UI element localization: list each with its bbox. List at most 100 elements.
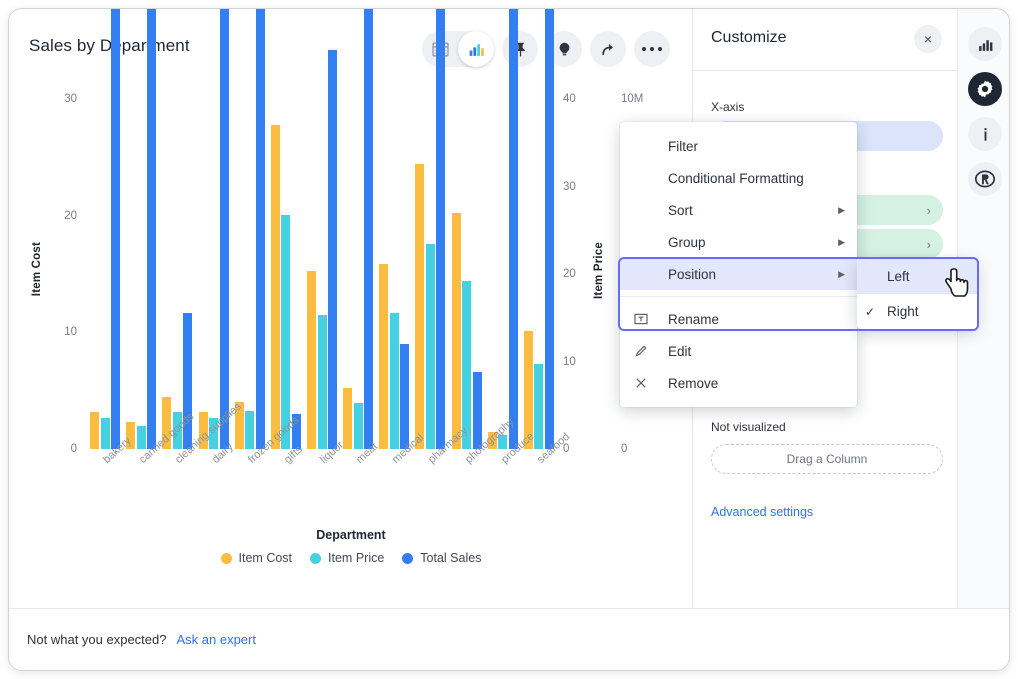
y-axis-tick-label: 10 — [563, 356, 597, 368]
menu-divider — [620, 296, 857, 297]
bar — [436, 8, 445, 449]
bar — [426, 244, 435, 449]
menu-item-label: Rename — [656, 312, 719, 327]
bar — [318, 315, 327, 449]
submenu-option-label: Right — [887, 304, 919, 319]
legend-item[interactable]: Item Price — [310, 551, 384, 565]
menu-item-label: Sort — [634, 203, 693, 218]
y-axis-tick-label: 0 — [43, 443, 77, 455]
y-axis-label-item-price: Item Price — [593, 242, 605, 299]
more-options-icon — [642, 47, 663, 52]
legend-label: Item Price — [328, 551, 384, 565]
chart-legend: Item Cost Item Price Total Sales — [9, 551, 693, 565]
remove-x-icon — [634, 376, 656, 390]
legend-color-swatch — [310, 553, 321, 564]
y-axis-tick-label: 10 — [43, 326, 77, 338]
bar — [364, 8, 373, 449]
legend-item[interactable]: Total Sales — [402, 551, 481, 565]
share-arrow-icon — [600, 41, 617, 58]
column-context-menu: FilterConditional FormattingSort▶Group▶P… — [620, 122, 857, 407]
legend-color-swatch — [402, 553, 413, 564]
pin-button[interactable] — [502, 31, 538, 67]
y-axis-tick-label: 20 — [43, 210, 77, 222]
menu-item-filter[interactable]: Filter — [620, 130, 857, 162]
bar — [415, 164, 424, 449]
legend-label: Total Sales — [420, 551, 481, 565]
advanced-settings-link[interactable]: Advanced settings — [711, 505, 813, 519]
position-submenu: Left ✓Right — [857, 259, 977, 329]
ask-an-expert-link[interactable]: Ask an expert — [176, 632, 256, 647]
bar-chart-icon — [977, 36, 994, 53]
legend-color-swatch — [221, 553, 232, 564]
legend-item[interactable]: Item Cost — [221, 551, 293, 565]
bar — [256, 8, 265, 449]
bar — [390, 313, 399, 450]
menu-item-label: Remove — [656, 376, 718, 391]
rail-item-r[interactable] — [968, 162, 1002, 196]
bar — [111, 8, 120, 449]
menu-item-label: Conditional Formatting — [634, 171, 804, 186]
view-mode-toggle — [422, 31, 494, 67]
y-axis-tick-label: 10M — [621, 93, 655, 105]
bar — [343, 388, 352, 449]
bar — [245, 411, 254, 450]
rail-item-info[interactable] — [968, 117, 1002, 151]
edit-pencil-icon — [634, 344, 648, 358]
rail-item-chart[interactable] — [968, 27, 1002, 61]
bar — [354, 403, 363, 449]
bar — [220, 8, 229, 449]
rename-icon — [634, 312, 648, 326]
visualization-pane: Sales by Department — [9, 9, 693, 610]
remove-x-icon — [634, 376, 648, 390]
menu-item-edit[interactable]: Edit — [620, 335, 857, 367]
bar — [400, 344, 409, 449]
submenu-option-left[interactable]: Left — [857, 259, 977, 294]
rail-item-settings[interactable] — [968, 72, 1002, 106]
bar — [147, 8, 156, 449]
menu-item-sort[interactable]: Sort ▶ — [620, 194, 857, 226]
bar — [452, 213, 461, 449]
more-options-button[interactable] — [634, 31, 670, 67]
bar — [545, 8, 554, 449]
bar — [379, 264, 388, 450]
not-visualized-dropzone[interactable]: Drag a Column — [711, 444, 943, 474]
menu-item-rename[interactable]: Rename — [620, 303, 857, 335]
footer-bar: Not what you expected? Ask an expert — [9, 608, 1010, 670]
customize-title: Customize — [711, 29, 787, 47]
visualization-card: Sales by Department — [8, 8, 1010, 671]
not-visualized-label: Not visualized — [711, 420, 786, 434]
bar — [90, 412, 99, 449]
menu-item-label: Group — [634, 235, 706, 250]
menu-item-label: Filter — [634, 139, 698, 154]
chart-view-button[interactable] — [458, 31, 494, 67]
menu-item-position[interactable]: Position▶ — [620, 258, 857, 290]
customize-header: Customize × — [693, 9, 958, 71]
app-root: Sales by Department — [0, 0, 1018, 679]
share-button[interactable] — [590, 31, 626, 67]
menu-item-label: Position — [634, 267, 716, 282]
menu-item-group[interactable]: Group▶ — [620, 226, 857, 258]
y-axis-tick-label: 30 — [43, 93, 77, 105]
r-language-icon — [974, 168, 996, 190]
lightbulb-icon — [556, 41, 573, 58]
chevron-right-icon: › — [927, 203, 931, 218]
submenu-option-label: Left — [887, 269, 910, 284]
menu-item-remove[interactable]: Remove — [620, 367, 857, 399]
y-axis-tick-label: 0 — [563, 443, 597, 455]
menu-item-label: Edit — [656, 344, 691, 359]
submenu-option-right[interactable]: ✓Right — [857, 294, 977, 329]
page-title: Sales by Department — [29, 36, 190, 56]
legend-label: Item Cost — [239, 551, 293, 565]
y-axis-tick-label: 20 — [563, 268, 597, 280]
x-axis-section-label: X-axis — [711, 100, 744, 114]
bar — [534, 364, 543, 449]
chart-area: 0102030Item Cost 010203040Item Price02M4… — [9, 79, 693, 599]
bar — [137, 426, 146, 449]
footer-text: Not what you expected? — [27, 632, 166, 647]
menu-item-conditional-formatting[interactable]: Conditional Formatting — [620, 162, 857, 194]
close-icon[interactable]: × — [914, 25, 942, 53]
dropzone-placeholder: Drag a Column — [787, 452, 868, 466]
submenu-arrow-icon: ▶ — [838, 205, 845, 216]
bar — [509, 8, 518, 449]
bar — [101, 418, 110, 450]
